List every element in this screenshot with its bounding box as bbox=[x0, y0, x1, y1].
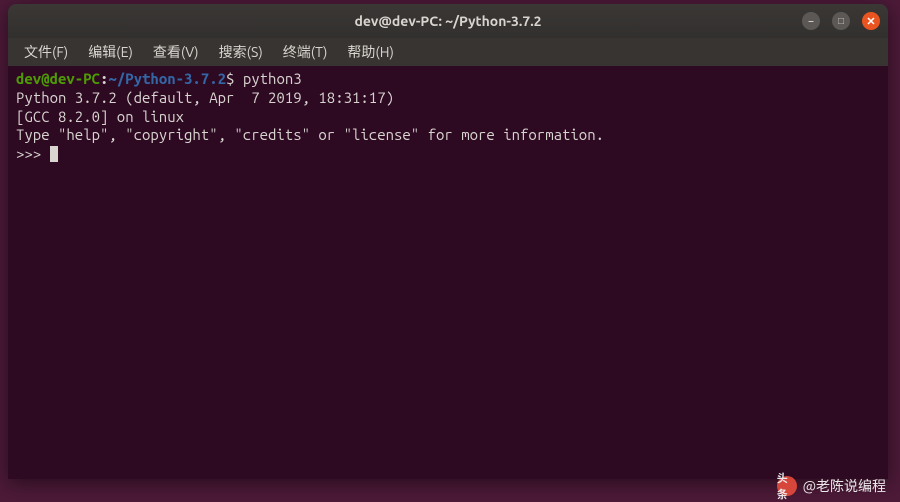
minimize-button[interactable]: – bbox=[802, 12, 820, 30]
watermark-text: @老陈说编程 bbox=[803, 476, 886, 496]
maximize-button[interactable]: □ bbox=[832, 12, 850, 30]
terminal-window: dev@dev-PC: ~/Python-3.7.2 – □ ✕ 文件(F) 编… bbox=[8, 4, 888, 479]
repl-prompt: >>> bbox=[16, 145, 50, 162]
cursor-icon bbox=[50, 146, 58, 162]
prompt-path: ~/Python-3.7.2 bbox=[108, 70, 226, 87]
menu-edit[interactable]: 编辑(E) bbox=[80, 40, 141, 64]
menu-search[interactable]: 搜索(S) bbox=[211, 40, 271, 64]
output-line-3: Type "help", "copyright", "credits" or "… bbox=[16, 126, 604, 143]
window-title: dev@dev-PC: ~/Python-3.7.2 bbox=[354, 13, 541, 29]
close-button[interactable]: ✕ bbox=[862, 12, 880, 30]
output-line-2: [GCC 8.2.0] on linux bbox=[16, 108, 184, 125]
menu-file[interactable]: 文件(F) bbox=[16, 40, 76, 64]
watermark: 头条 @老陈说编程 bbox=[777, 476, 886, 496]
menubar: 文件(F) 编辑(E) 查看(V) 搜索(S) 终端(T) 帮助(H) bbox=[8, 38, 888, 66]
terminal-body[interactable]: dev@dev-PC:~/Python-3.7.2$ python3 Pytho… bbox=[8, 66, 888, 479]
window-controls: – □ ✕ bbox=[802, 12, 880, 30]
output-line-1: Python 3.7.2 (default, Apr 7 2019, 18:31… bbox=[16, 89, 394, 106]
watermark-icon: 头条 bbox=[777, 476, 797, 496]
menu-terminal[interactable]: 终端(T) bbox=[275, 40, 336, 64]
prompt-command: python3 bbox=[234, 70, 301, 87]
menu-view[interactable]: 查看(V) bbox=[145, 40, 207, 64]
menu-help[interactable]: 帮助(H) bbox=[339, 40, 402, 64]
titlebar[interactable]: dev@dev-PC: ~/Python-3.7.2 – □ ✕ bbox=[8, 4, 888, 38]
prompt-user-host: dev@dev-PC bbox=[16, 70, 100, 87]
